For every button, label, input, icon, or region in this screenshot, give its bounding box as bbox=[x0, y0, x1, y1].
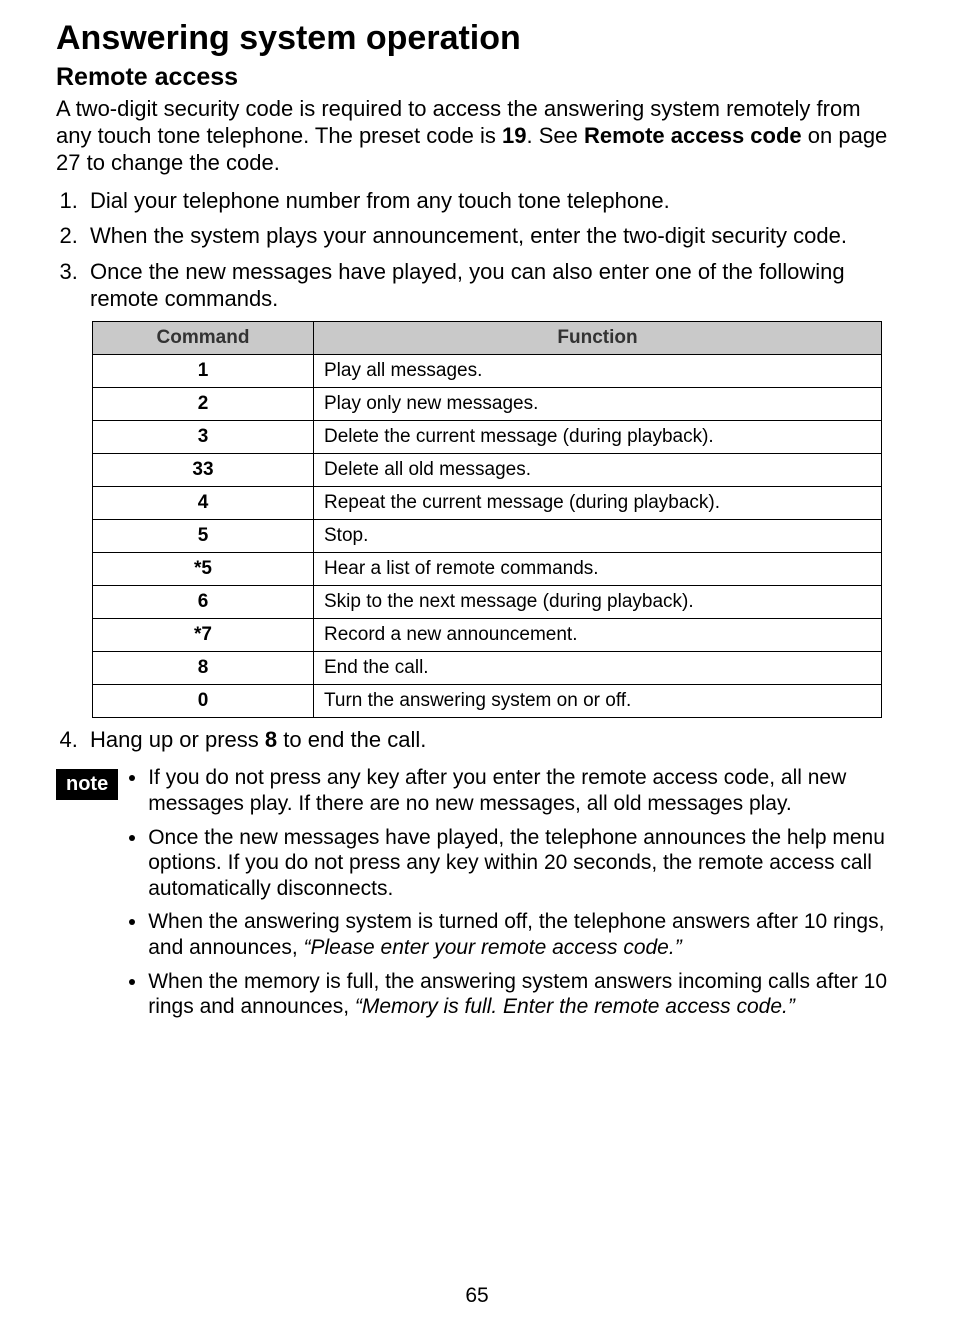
cmd-cell: 3 bbox=[93, 420, 314, 453]
preset-code: 19 bbox=[502, 123, 526, 148]
steps-list: Dial your telephone number from any touc… bbox=[56, 187, 898, 313]
fn-cell: Record a new announcement. bbox=[314, 618, 882, 651]
cmd-cell: 5 bbox=[93, 519, 314, 552]
fn-cell: Stop. bbox=[314, 519, 882, 552]
fn-cell: End the call. bbox=[314, 651, 882, 684]
step-1: Dial your telephone number from any touc… bbox=[84, 187, 898, 215]
table-row: 33 Delete all old messages. bbox=[93, 453, 882, 486]
fn-cell: Turn the answering system on or off. bbox=[314, 684, 882, 717]
table-row: *7 Record a new announcement. bbox=[93, 618, 882, 651]
step-4-key: 8 bbox=[265, 727, 277, 752]
cmd-cell: 33 bbox=[93, 453, 314, 486]
note-3-quote: “Please enter your remote access code.” bbox=[304, 936, 682, 959]
section-subtitle: Remote access bbox=[56, 63, 898, 92]
step-4: Hang up or press 8 to end the call. bbox=[84, 726, 898, 754]
header-function: Function bbox=[314, 321, 882, 354]
table-row: 1 Play all messages. bbox=[93, 354, 882, 387]
header-command: Command bbox=[93, 321, 314, 354]
page: Answering system operation Remote access… bbox=[0, 0, 954, 1336]
table-row: 4 Repeat the current message (during pla… bbox=[93, 486, 882, 519]
table-row: 3 Delete the current message (during pla… bbox=[93, 420, 882, 453]
fn-cell: Hear a list of remote commands. bbox=[314, 552, 882, 585]
page-title: Answering system operation bbox=[56, 20, 898, 57]
cmd-cell: 2 bbox=[93, 387, 314, 420]
fn-cell: Play all messages. bbox=[314, 354, 882, 387]
table-header-row: Command Function bbox=[93, 321, 882, 354]
notes-list: If you do not press any key after you en… bbox=[118, 765, 898, 1027]
fn-cell: Skip to the next message (during playbac… bbox=[314, 585, 882, 618]
page-number: 65 bbox=[0, 1284, 954, 1308]
cmd-cell: 6 bbox=[93, 585, 314, 618]
note-4-quote: “Memory is full. Enter the remote access… bbox=[355, 995, 795, 1018]
fn-cell: Play only new messages. bbox=[314, 387, 882, 420]
remote-access-code-ref: Remote access code bbox=[584, 123, 802, 148]
table-row: 8 End the call. bbox=[93, 651, 882, 684]
fn-cell: Repeat the current message (during playb… bbox=[314, 486, 882, 519]
cmd-cell: 4 bbox=[93, 486, 314, 519]
intro-paragraph: A two-digit security code is required to… bbox=[56, 96, 898, 176]
steps-list-continued: Hang up or press 8 to end the call. bbox=[56, 726, 898, 754]
intro-text-2: . See bbox=[527, 123, 584, 148]
fn-cell: Delete the current message (during playb… bbox=[314, 420, 882, 453]
step-2: When the system plays your announcement,… bbox=[84, 222, 898, 250]
table-row: 2 Play only new messages. bbox=[93, 387, 882, 420]
cmd-cell: *5 bbox=[93, 552, 314, 585]
note-item-3: When the answering system is turned off,… bbox=[148, 909, 898, 960]
note-badge: note bbox=[56, 769, 118, 800]
step-4-post: to end the call. bbox=[277, 727, 426, 752]
table-row: *5 Hear a list of remote commands. bbox=[93, 552, 882, 585]
table-row: 6 Skip to the next message (during playb… bbox=[93, 585, 882, 618]
note-item-2: Once the new messages have played, the t… bbox=[148, 825, 898, 902]
cmd-cell: 1 bbox=[93, 354, 314, 387]
note-item-1: If you do not press any key after you en… bbox=[148, 765, 898, 816]
note-item-4: When the memory is full, the answering s… bbox=[148, 969, 898, 1020]
table-row: 0 Turn the answering system on or off. bbox=[93, 684, 882, 717]
cmd-cell: 0 bbox=[93, 684, 314, 717]
commands-table: Command Function 1 Play all messages. 2 … bbox=[92, 321, 882, 718]
note-row: note If you do not press any key after y… bbox=[56, 761, 898, 1027]
cmd-cell: 8 bbox=[93, 651, 314, 684]
step-3: Once the new messages have played, you c… bbox=[84, 258, 898, 313]
cmd-cell: *7 bbox=[93, 618, 314, 651]
table-row: 5 Stop. bbox=[93, 519, 882, 552]
step-4-pre: Hang up or press bbox=[90, 727, 265, 752]
fn-cell: Delete all old messages. bbox=[314, 453, 882, 486]
